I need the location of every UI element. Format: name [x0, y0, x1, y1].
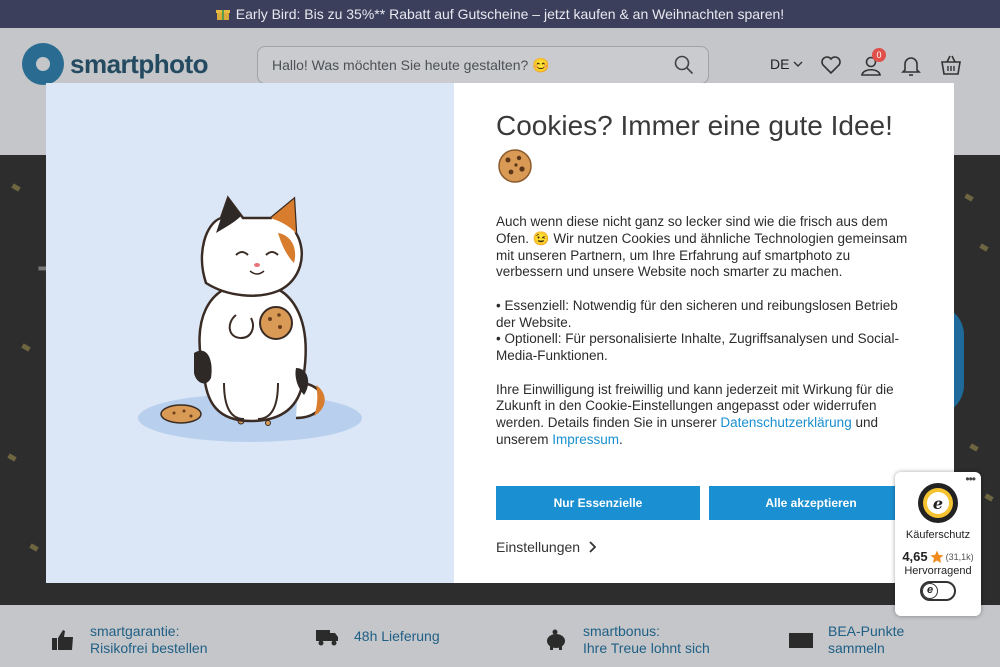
feature-line1: BEA-Punkte	[828, 623, 905, 639]
cookie-categories: • Essenziell: Notwendig für den sicheren…	[496, 298, 912, 365]
settings-link[interactable]: Einstellungen	[496, 539, 597, 555]
confetti	[21, 343, 31, 352]
svg-text:e: e	[933, 494, 943, 513]
consent-paragraph: Ihre Einwilligung ist freiwillig und kan…	[496, 382, 912, 449]
cookie-illustration-panel	[46, 83, 454, 583]
chevron-down-icon	[793, 61, 803, 67]
confetti	[984, 493, 994, 502]
dialog-body: Auch wenn diese nicht ganz so lecker sin…	[496, 214, 912, 449]
buyer-protection-label: Käuferschutz	[905, 529, 971, 541]
language-select[interactable]: DE	[770, 56, 803, 72]
logo-text: smartphoto	[70, 48, 209, 79]
promo-text: Early Bird: Bis zu 35%** Rabatt auf Guts…	[235, 6, 785, 22]
heart-icon[interactable]	[820, 54, 842, 76]
accept-all-button[interactable]: Alle akzeptieren	[709, 486, 913, 520]
promo-banner[interactable]: Early Bird: Bis zu 35%** Rabatt auf Guts…	[0, 0, 1000, 28]
cookie-icon	[498, 149, 532, 183]
privacy-policy-link[interactable]: Datenschutzerklärung	[720, 415, 851, 430]
consent-buttons: Nur Essenzielle Alle akzeptieren	[496, 486, 913, 520]
language-label: DE	[770, 56, 790, 72]
search-icon[interactable]	[674, 55, 694, 75]
bell-icon[interactable]	[900, 54, 922, 76]
thumbs-up-icon	[52, 630, 73, 650]
settings-label: Einstellungen	[496, 539, 581, 555]
optional-bullet: • Optionell: Für personalisierte Inhalte…	[496, 331, 899, 364]
feature-line1: smartbonus:	[583, 623, 661, 639]
feature-line2: Risikofrei bestellen	[90, 640, 208, 656]
trusted-shops-seal-icon: e	[918, 483, 958, 523]
basket-icon[interactable]	[940, 54, 962, 76]
more-options-icon[interactable]: •••	[965, 472, 976, 486]
piggy-bank-icon	[547, 629, 565, 650]
essential-bullet: • Essenziell: Notwendig für den sicheren…	[496, 297, 898, 330]
feature-line1: 48h Lieferung	[354, 627, 440, 644]
imprint-link[interactable]: Impressum	[552, 432, 619, 447]
chevron-right-icon	[589, 541, 597, 553]
trusted-shops-toggle[interactable]: e	[920, 581, 956, 601]
rating-count: (31,1k)	[945, 551, 974, 562]
account-badge: 0	[872, 48, 886, 62]
trusted-shops-badge[interactable]: ••• e Käuferschutz 4,65 (31,1k) Hervorra…	[895, 472, 981, 616]
confetti	[7, 453, 17, 462]
rating-grade: Hervorragend	[904, 565, 972, 577]
feature-smartgarantie[interactable]: smartgarantie: Risikofrei bestellen	[50, 623, 208, 657]
feature-bea[interactable]: BEA-Punkte sammeln	[788, 623, 904, 657]
feature-smartbonus[interactable]: smartbonus: Ihre Treue lohnt sich	[543, 623, 710, 657]
cookie-consent-dialog: Cookies? Immer eine gute Idee! Auch wenn…	[46, 83, 954, 583]
cat-eating-cookie-illustration	[138, 195, 362, 442]
feature-line2: sammeln	[828, 640, 885, 656]
essential-only-button[interactable]: Nur Essenzielle	[496, 486, 700, 520]
confetti	[979, 243, 989, 252]
logo-mark	[22, 43, 64, 85]
dialog-title: Cookies? Immer eine gute Idee!	[496, 110, 893, 141]
delivery-truck-icon	[316, 630, 338, 646]
feature-line1: smartgarantie:	[90, 623, 180, 639]
rating: 4,65 (31,1k)	[895, 549, 981, 564]
star-icon	[930, 550, 944, 563]
confetti	[969, 443, 979, 452]
gift-icon	[215, 10, 230, 20]
card-icon	[789, 633, 813, 648]
cookie-content-panel: Cookies? Immer eine gute Idee! Auch wenn…	[454, 83, 954, 583]
search-input[interactable]: Hallo! Was möchten Sie heute gestalten? …	[257, 46, 709, 84]
rating-score: 4,65	[902, 549, 928, 564]
feature-line2: Ihre Treue lohnt sich	[583, 640, 710, 656]
confetti	[11, 183, 21, 192]
feature-delivery[interactable]: 48h Lieferung	[314, 623, 440, 649]
logo[interactable]: smartphoto	[22, 43, 209, 85]
intro-paragraph: Auch wenn diese nicht ganz so lecker sin…	[496, 214, 908, 280]
features-bar: smartgarantie: Risikofrei bestellen 48h …	[0, 605, 1000, 667]
search-placeholder: Hallo! Was möchten Sie heute gestalten? …	[272, 56, 550, 73]
confetti	[964, 193, 974, 202]
toggle-knob: e	[922, 583, 938, 599]
confetti	[29, 543, 39, 552]
consent-text-end: .	[619, 431, 623, 447]
